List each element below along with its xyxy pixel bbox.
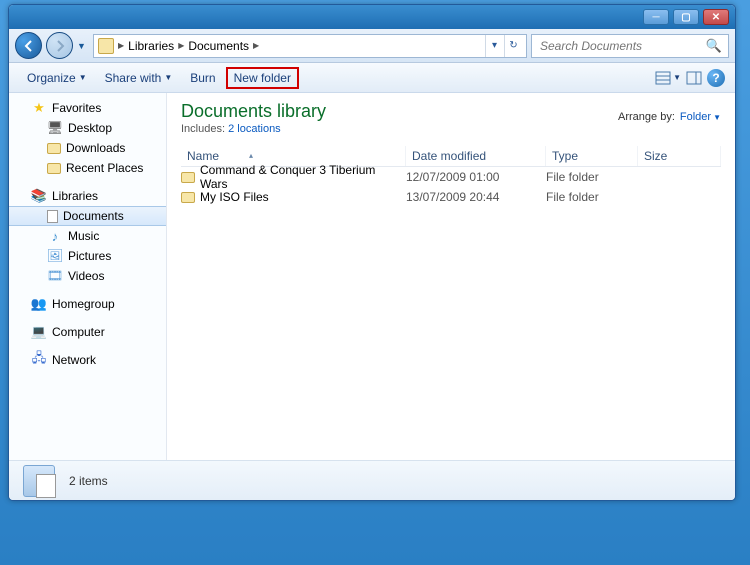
- item-count: 2 items: [69, 474, 108, 488]
- nav-documents[interactable]: Documents: [9, 206, 166, 226]
- music-icon: ♪: [47, 228, 63, 244]
- sort-indicator-icon: ▴: [249, 151, 253, 160]
- breadcrumb-libraries[interactable]: Libraries: [128, 39, 174, 53]
- chevron-right-icon[interactable]: ▶: [253, 41, 259, 50]
- chevron-right-icon[interactable]: ▶: [178, 41, 184, 50]
- arrange-by-dropdown[interactable]: Folder▼: [680, 111, 721, 123]
- search-icon: 🔍: [706, 38, 722, 54]
- list-item[interactable]: My ISO Files 13/07/2009 20:44 File folde…: [181, 187, 721, 207]
- details-pane: 2 items: [9, 460, 735, 500]
- homegroup-icon: 👥: [31, 296, 47, 312]
- forward-button[interactable]: [46, 32, 73, 59]
- library-title: Documents library: [181, 101, 326, 122]
- preview-pane-icon: [686, 71, 702, 85]
- locations-link[interactable]: 2 locations: [228, 123, 281, 135]
- document-icon: [47, 210, 58, 223]
- chevron-down-icon: ▼: [713, 113, 721, 122]
- chevron-down-icon: ▼: [164, 73, 172, 82]
- burn-button[interactable]: Burn: [182, 67, 223, 89]
- column-size[interactable]: Size: [638, 146, 721, 166]
- search-box[interactable]: 🔍: [531, 34, 729, 58]
- help-button[interactable]: ?: [707, 69, 725, 87]
- maximize-button[interactable]: ▢: [673, 9, 699, 25]
- content-pane: Documents library Includes: 2 locations …: [167, 93, 735, 460]
- computer-icon: 💻: [31, 324, 47, 340]
- chevron-down-icon: ▼: [673, 73, 681, 82]
- minimize-button[interactable]: ─: [643, 9, 669, 25]
- folder-icon: [181, 192, 195, 203]
- body: ★Favorites 🖥Desktop Downloads Recent Pla…: [9, 93, 735, 460]
- nav-desktop[interactable]: 🖥Desktop: [9, 118, 166, 138]
- explorer-window: ─ ▢ ✕ ▼ ▶ Libraries ▶ Documents ▶ ▾ ↻ 🔍: [8, 4, 736, 501]
- list-item[interactable]: Command & Conquer 3 Tiberium Wars 12/07/…: [181, 167, 721, 187]
- close-button[interactable]: ✕: [703, 9, 729, 25]
- arrange-by: Arrange by: Folder▼: [618, 101, 721, 123]
- search-input[interactable]: [538, 38, 706, 54]
- folder-icon: [98, 38, 114, 54]
- column-type[interactable]: Type: [546, 146, 638, 166]
- view-icon: [655, 71, 671, 85]
- nav-music[interactable]: ♪Music: [9, 226, 166, 246]
- arrow-right-icon: [54, 40, 66, 52]
- nav-network[interactable]: 🖧Network: [9, 350, 166, 370]
- share-with-menu[interactable]: Share with▼: [97, 67, 181, 89]
- nav-downloads[interactable]: Downloads: [9, 138, 166, 158]
- libraries-icon: 📚: [31, 188, 47, 204]
- address-dropdown[interactable]: ▾: [485, 35, 503, 57]
- nav-favorites[interactable]: ★Favorites: [9, 98, 166, 118]
- titlebar: ─ ▢ ✕: [9, 5, 735, 29]
- navbar: ▼ ▶ Libraries ▶ Documents ▶ ▾ ↻ 🔍: [9, 29, 735, 63]
- nav-computer[interactable]: 💻Computer: [9, 322, 166, 342]
- folder-icon: [181, 172, 195, 183]
- pictures-icon: 🖼: [47, 248, 63, 264]
- arrow-left-icon: [23, 40, 35, 52]
- chevron-right-icon[interactable]: ▶: [118, 41, 124, 50]
- star-icon: ★: [31, 100, 47, 116]
- refresh-button[interactable]: ↻: [504, 35, 522, 57]
- nav-videos[interactable]: 🎞Videos: [9, 266, 166, 286]
- address-bar[interactable]: ▶ Libraries ▶ Documents ▶ ▾ ↻: [93, 34, 527, 58]
- navigation-pane: ★Favorites 🖥Desktop Downloads Recent Pla…: [9, 93, 167, 460]
- preview-pane-button[interactable]: [683, 67, 705, 89]
- nav-libraries[interactable]: 📚Libraries: [9, 186, 166, 206]
- videos-icon: 🎞: [47, 268, 63, 284]
- library-subtitle: Includes: 2 locations: [181, 123, 326, 135]
- chevron-down-icon: ▼: [79, 73, 87, 82]
- file-list: Command & Conquer 3 Tiberium Wars 12/07/…: [181, 167, 721, 207]
- desktop-icon: 🖥: [47, 120, 63, 136]
- toolbar: Organize▼ Share with▼ Burn New folder ▼ …: [9, 63, 735, 93]
- new-folder-button[interactable]: New folder: [226, 67, 299, 89]
- organize-menu[interactable]: Organize▼: [19, 67, 95, 89]
- breadcrumb-documents[interactable]: Documents: [188, 39, 249, 53]
- details-icon: [23, 465, 55, 497]
- folder-icon: [47, 163, 61, 174]
- network-icon: 🖧: [31, 352, 47, 368]
- nav-homegroup[interactable]: 👥Homegroup: [9, 294, 166, 314]
- nav-pictures[interactable]: 🖼Pictures: [9, 246, 166, 266]
- back-button[interactable]: [15, 32, 42, 59]
- nav-recent-places[interactable]: Recent Places: [9, 158, 166, 178]
- change-view-button[interactable]: ▼: [655, 71, 681, 85]
- history-dropdown[interactable]: ▼: [77, 41, 89, 51]
- folder-icon: [47, 143, 61, 154]
- column-date[interactable]: Date modified: [406, 146, 546, 166]
